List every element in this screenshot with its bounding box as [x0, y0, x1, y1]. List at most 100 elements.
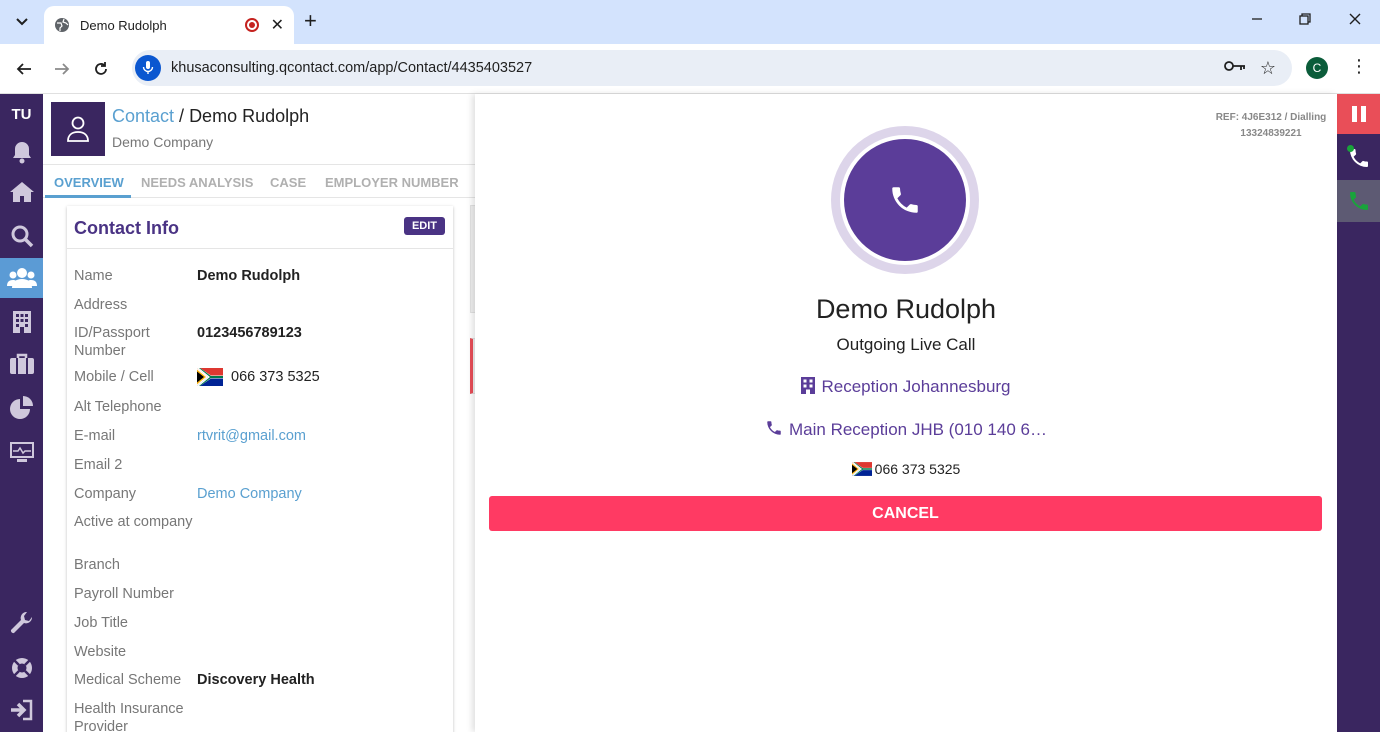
reload-icon[interactable]: [89, 57, 113, 81]
briefcase-icon[interactable]: [0, 344, 43, 384]
building-icon: [801, 377, 816, 394]
dialer-button[interactable]: [1337, 180, 1380, 222]
call-line[interactable]: Main Reception JHB (010 140 6…: [475, 419, 1337, 440]
call-location[interactable]: Reception Johannesburg: [475, 377, 1337, 397]
browser-menu-icon[interactable]: ⋮: [1350, 56, 1368, 77]
call-reference: REF: 4J6E312 / Dialling 13324839221: [1211, 110, 1331, 142]
phone-icon: [767, 421, 781, 435]
minimize-icon[interactable]: [1251, 12, 1263, 30]
field-label: E-mail: [74, 428, 116, 444]
tab-overview[interactable]: OVERVIEW: [54, 175, 124, 190]
telephony-rail: [1337, 94, 1380, 732]
pause-button[interactable]: [1337, 94, 1380, 134]
field-label: Branch: [74, 557, 120, 573]
south-africa-flag-icon: [851, 462, 872, 476]
home-icon[interactable]: [0, 172, 43, 212]
address-bar[interactable]: khusaconsulting.qcontact.com/app/Contact…: [132, 50, 1292, 86]
tab-search-dropdown[interactable]: [8, 8, 36, 36]
card-title: Contact Info: [74, 218, 179, 238]
contact-company: Demo Company: [112, 134, 214, 150]
call-panel: REF: 4J6E312 / Dialling 13324839221 Demo…: [475, 94, 1337, 732]
field-label: Email 2: [74, 457, 123, 473]
monitor-icon[interactable]: [0, 432, 43, 472]
line-name: Main Reception JHB (010 140 6…: [789, 420, 1047, 439]
caller-name: Demo Rudolph: [815, 294, 997, 324]
tab-needs-analysis[interactable]: NEEDS ANALYSIS: [141, 175, 253, 190]
field-label: Website: [74, 644, 127, 660]
field-value: 0123456789123: [197, 325, 302, 341]
browser-toolbar: khusaconsulting.qcontact.com/app/Contact…: [0, 44, 1380, 94]
app-sidebar: TU: [0, 94, 43, 732]
online-status-dot: [1347, 145, 1354, 152]
south-africa-flag-icon: [197, 368, 223, 387]
back-icon[interactable]: [12, 57, 36, 81]
url-text[interactable]: khusaconsulting.qcontact.com/app/Contact…: [171, 60, 1224, 76]
recording-icon: [244, 18, 259, 32]
call-number: 066 373 5325: [475, 461, 1337, 477]
contact-info-card: Contact Info EDIT Name Demo Rudolph Addr…: [67, 206, 453, 732]
edit-button[interactable]: EDIT: [403, 217, 445, 235]
search-icon[interactable]: [0, 216, 43, 256]
microphone-icon[interactable]: [135, 55, 161, 81]
field-label: Alt Telephone: [74, 399, 162, 415]
company-link[interactable]: Demo Company: [197, 485, 302, 503]
field-label: Health Insurance Provider: [74, 701, 184, 732]
contacts-icon[interactable]: [0, 258, 43, 298]
field-value-mobile[interactable]: 066 373 5325: [197, 368, 320, 387]
field-label: Name: [74, 268, 113, 284]
phone-icon: [892, 187, 918, 213]
field-label: Medical Scheme: [74, 672, 182, 688]
reports-icon[interactable]: [0, 388, 43, 428]
call-avatar-gap: [840, 135, 970, 265]
mobile-number: 066 373 5325: [231, 369, 320, 385]
building-icon[interactable]: [0, 302, 43, 342]
close-tab-icon[interactable]: ✕: [271, 15, 284, 35]
email-link[interactable]: rtvrit@gmail.com: [197, 427, 306, 445]
contact-tabs: OVERVIEW NEEDS ANALYSIS CASE EMPLOYER NU…: [43, 164, 475, 198]
forward-icon[interactable]: [50, 57, 74, 81]
support-icon[interactable]: [0, 648, 43, 688]
call-ref-number: 13324839221: [1240, 128, 1302, 139]
new-tab-button[interactable]: +: [304, 10, 317, 32]
field-label: Job Title: [74, 615, 128, 631]
field-label: Company: [74, 486, 137, 502]
field-label: Address: [74, 297, 128, 313]
password-key-icon[interactable]: [1223, 59, 1246, 77]
user-initials[interactable]: TU: [0, 106, 43, 123]
breadcrumb-contact-link[interactable]: Contact: [112, 106, 174, 126]
restore-icon[interactable]: [1299, 12, 1311, 30]
tab-case[interactable]: CASE: [270, 175, 306, 190]
active-tab-indicator: [45, 195, 131, 198]
divider: [67, 248, 453, 249]
bell-icon[interactable]: [0, 132, 43, 172]
tab-title: Demo Rudolph: [80, 17, 167, 33]
cancel-call-button[interactable]: CANCEL: [489, 496, 1322, 531]
breadcrumb-separator: /: [174, 106, 190, 126]
close-window-icon[interactable]: [1349, 12, 1361, 30]
field-label: ID/Passport Number: [74, 325, 150, 359]
dialled-number: 066 373 5325: [874, 461, 961, 477]
profile-avatar[interactable]: C: [1306, 57, 1328, 79]
chevron-down-icon: [16, 18, 28, 26]
browser-tab[interactable]: Demo Rudolph ✕: [44, 6, 294, 44]
call-ref-line: REF: 4J6E312 / Dialling: [1215, 112, 1327, 123]
call-avatar: [844, 139, 966, 261]
call-avatar-ring: [831, 126, 979, 274]
location-name: Reception Johannesburg: [821, 377, 1011, 396]
field-value: Discovery Health: [197, 672, 315, 688]
call-status: Outgoing Live Call: [836, 335, 976, 354]
contact-page: Contact / Demo Rudolph Demo Company OVER…: [43, 94, 475, 732]
tab-employer-number[interactable]: EMPLOYER NUMBER: [325, 175, 459, 190]
bookmark-star-icon[interactable]: ☆: [1260, 58, 1276, 79]
wrench-icon[interactable]: [0, 604, 43, 644]
active-call-button[interactable]: [1337, 138, 1380, 178]
pause-icon: [1351, 106, 1366, 122]
globe-icon: [55, 18, 69, 32]
breadcrumb: Contact / Demo Rudolph: [112, 106, 309, 127]
logout-icon[interactable]: [0, 690, 43, 730]
breadcrumb-current: Demo Rudolph: [189, 106, 310, 126]
contact-avatar: [51, 102, 105, 156]
field-label: Active at company: [74, 514, 193, 530]
browser-tab-strip: Demo Rudolph ✕ +: [0, 0, 1380, 44]
field-label: Mobile / Cell: [74, 369, 154, 385]
